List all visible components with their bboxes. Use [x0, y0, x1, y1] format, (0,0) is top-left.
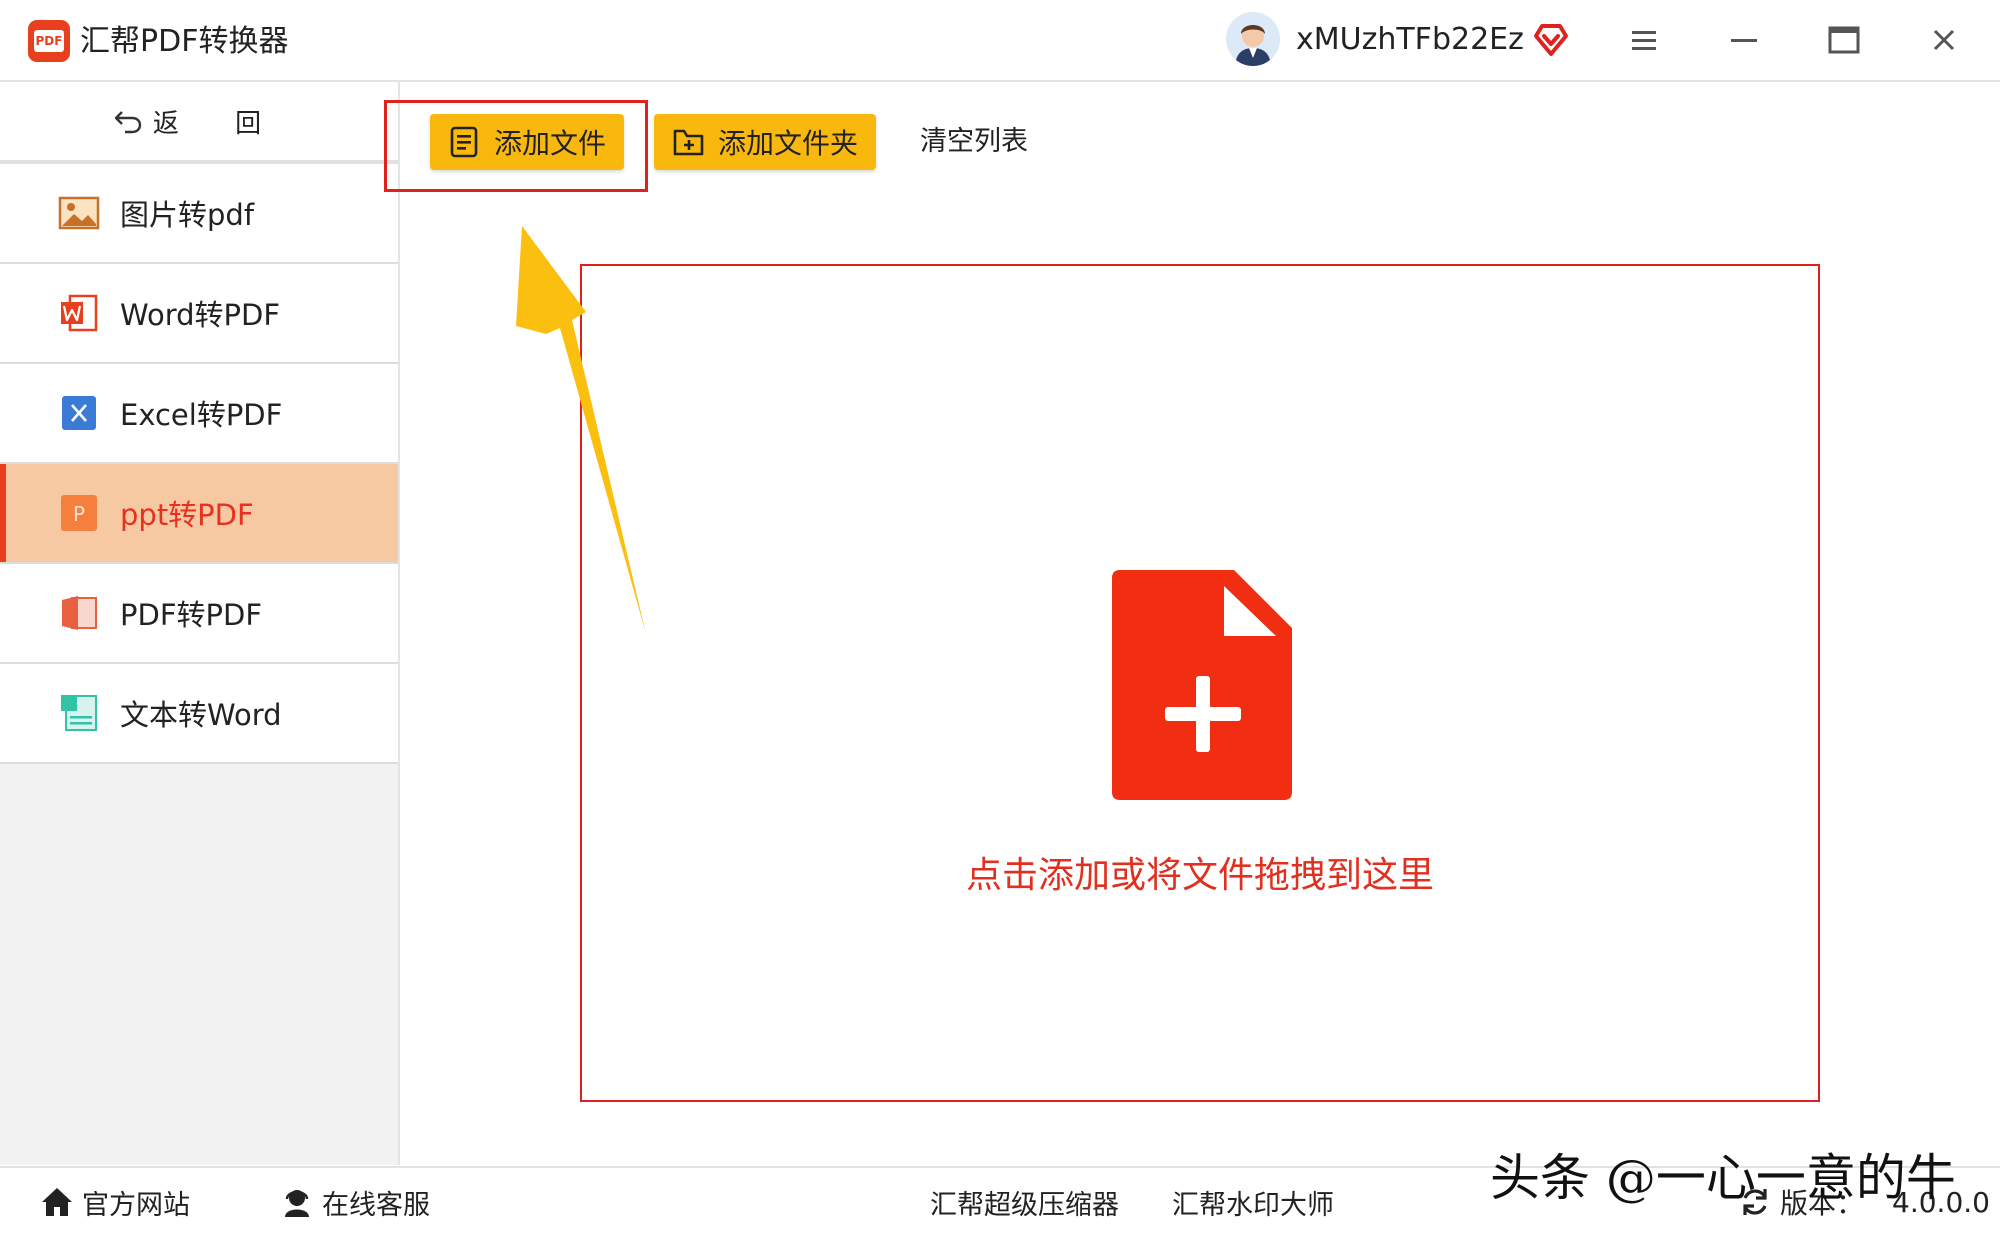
sidebar-item-image-to-pdf[interactable]: 图片转pdf [0, 164, 398, 264]
menu-icon[interactable] [1626, 22, 1662, 58]
title-bar: PDF 汇帮PDF转换器 xMUzhTFb22Ez [0, 0, 2000, 82]
file-list-icon [450, 126, 478, 158]
text-icon [61, 695, 97, 731]
sidebar-item-label: ppt转PDF [120, 498, 254, 532]
home-icon [42, 1188, 72, 1216]
clear-list-button[interactable]: 清空列表 [920, 120, 1028, 164]
watermark-master-link[interactable]: 汇帮水印大师 [1172, 1168, 1334, 1236]
online-service-link[interactable]: 在线客服 [280, 1168, 430, 1236]
sidebar: 返 回 图片转pdf Word转PDF Excel转PDF P ppt转PDF … [0, 82, 400, 1165]
add-file-label: 添加文件 [494, 127, 607, 160]
conversion-menu: 图片转pdf Word转PDF Excel转PDF P ppt转PDF PDF转… [0, 164, 398, 764]
app-title: 汇帮PDF转换器 [80, 24, 289, 59]
sidebar-item-label: 文本转Word [120, 698, 282, 732]
svg-text:P: P [73, 502, 85, 526]
sidebar-item-excel-to-pdf[interactable]: Excel转PDF [0, 364, 398, 464]
word-icon [61, 294, 98, 332]
version-label: 版本： [1780, 1187, 1865, 1220]
version-info[interactable]: 版本： 4.0.0.0 [1738, 1168, 1990, 1236]
sidebar-item-text-to-word[interactable]: 文本转Word [0, 664, 398, 764]
add-folder-button[interactable]: 添加文件夹 [654, 114, 876, 170]
username[interactable]: xMUzhTFb22Ez [1296, 18, 1524, 62]
sidebar-item-label: Word转PDF [120, 298, 281, 332]
sidebar-item-label: PDF转PDF [120, 598, 262, 632]
footer-bar: 官方网站 在线客服 汇帮超级压缩器 汇帮水印大师 版本： 4.0.0.0 [0, 1166, 2000, 1236]
refresh-icon [1743, 1189, 1767, 1215]
official-site-link[interactable]: 官方网站 [40, 1168, 190, 1236]
add-folder-label: 添加文件夹 [718, 127, 859, 160]
sidebar-item-label: 图片转pdf [120, 198, 255, 232]
pdf-icon [62, 596, 97, 630]
app-logo-icon: PDF [28, 20, 70, 62]
maximize-icon[interactable] [1826, 22, 1862, 58]
folder-add-icon [673, 129, 704, 156]
back-button[interactable]: 返 回 [0, 82, 398, 164]
back-label: 返 回 [152, 108, 286, 139]
sidebar-item-pdf-to-pdf[interactable]: PDF转PDF [0, 564, 398, 664]
online-service-label: 在线客服 [322, 1189, 430, 1221]
back-arrow-icon [114, 111, 142, 134]
image-icon [58, 196, 100, 230]
avatar[interactable] [1226, 12, 1280, 66]
sidebar-item-ppt-to-pdf[interactable]: P ppt转PDF [0, 464, 398, 564]
customer-service-icon [285, 1190, 309, 1217]
version-number: 4.0.0.0 [1892, 1185, 1990, 1219]
drop-zone-hint: 点击添加或将文件拖拽到这里 [965, 855, 1434, 896]
excel-icon [62, 396, 96, 430]
file-drop-zone[interactable]: 点击添加或将文件拖拽到这里 [580, 264, 1820, 1102]
official-site-label: 官方网站 [82, 1189, 190, 1221]
sidebar-item-label: Excel转PDF [120, 398, 283, 432]
sidebar-item-word-to-pdf[interactable]: Word转PDF [0, 264, 398, 364]
app-logo-text: PDF [34, 30, 64, 52]
minimize-icon[interactable] [1726, 22, 1762, 58]
compressor-link[interactable]: 汇帮超级压缩器 [930, 1168, 1119, 1236]
vip-heart-icon[interactable] [1532, 20, 1570, 58]
add-file-button[interactable]: 添加文件 [430, 114, 624, 170]
ppt-icon: P [61, 495, 97, 531]
close-icon[interactable] [1926, 22, 1962, 58]
add-document-icon [1112, 570, 1292, 800]
